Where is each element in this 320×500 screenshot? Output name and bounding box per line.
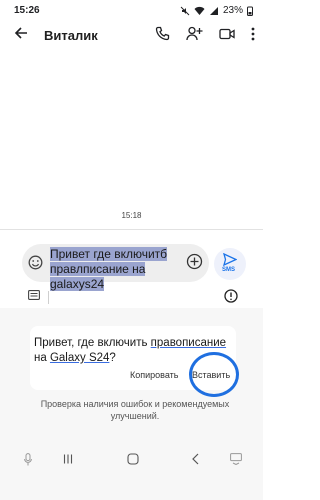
signal-icon [209, 6, 218, 15]
message-timestamp: 15:18 [121, 211, 142, 220]
suggestion-corrected-word: правописание [150, 337, 227, 349]
back-chevron-icon[interactable] [191, 453, 200, 465]
wifi-icon [194, 6, 205, 15]
divider [0, 229, 263, 230]
contact-name[interactable]: Виталик [44, 28, 98, 43]
suggestion-part: ? [109, 352, 116, 364]
microphone-icon[interactable] [24, 453, 32, 466]
status-icons: 23% [180, 5, 253, 16]
highlight-circle [189, 352, 239, 397]
recent-apps-icon[interactable] [63, 453, 75, 465]
home-icon[interactable] [127, 453, 139, 465]
message-thread: 15:18 SMS/MMS абоненту Виталик [0, 52, 263, 254]
add-contact-icon[interactable] [186, 26, 203, 41]
app-bar: Виталик [0, 22, 263, 52]
info-icon[interactable] [224, 289, 238, 303]
battery-icon [247, 6, 253, 16]
status-bar: 15:26 23% [0, 0, 263, 22]
suggestion-part: Привет, где включить [34, 337, 151, 349]
battery-level: 23% [222, 5, 243, 16]
message-line-1: Привет где включитб [50, 247, 168, 261]
more-options-icon[interactable] [251, 27, 255, 41]
suggestion-corrected-word: Galaxy S24 [49, 352, 110, 364]
suggestion-part: на [34, 352, 50, 364]
check-description: Проверка наличия ошибок и рекомендуемых … [40, 399, 230, 421]
keyboard-icon[interactable] [28, 290, 40, 300]
keyboard-hide-icon[interactable] [230, 453, 242, 465]
send-icon [223, 253, 237, 266]
status-time: 15:26 [14, 5, 40, 16]
copy-button[interactable]: Копировать [130, 370, 178, 380]
phone-icon[interactable] [155, 26, 170, 41]
send-button[interactable]: SMS [214, 248, 246, 280]
navigation-bar [0, 448, 263, 500]
emoji-icon[interactable] [28, 255, 43, 270]
send-type-label: SMS [222, 267, 236, 273]
back-arrow-icon[interactable] [14, 26, 28, 40]
mute-icon [180, 6, 190, 15]
toolbar-divider [48, 291, 49, 304]
video-call-icon[interactable] [219, 28, 235, 40]
add-attachment-icon[interactable] [186, 253, 203, 270]
keyboard-toolbar [0, 287, 263, 307]
appbar-actions [155, 26, 255, 41]
compose-field[interactable]: Привет где включитб правлписание на gala… [22, 244, 209, 291]
message-text[interactable]: Привет где включитб правлписание на gala… [50, 247, 174, 292]
